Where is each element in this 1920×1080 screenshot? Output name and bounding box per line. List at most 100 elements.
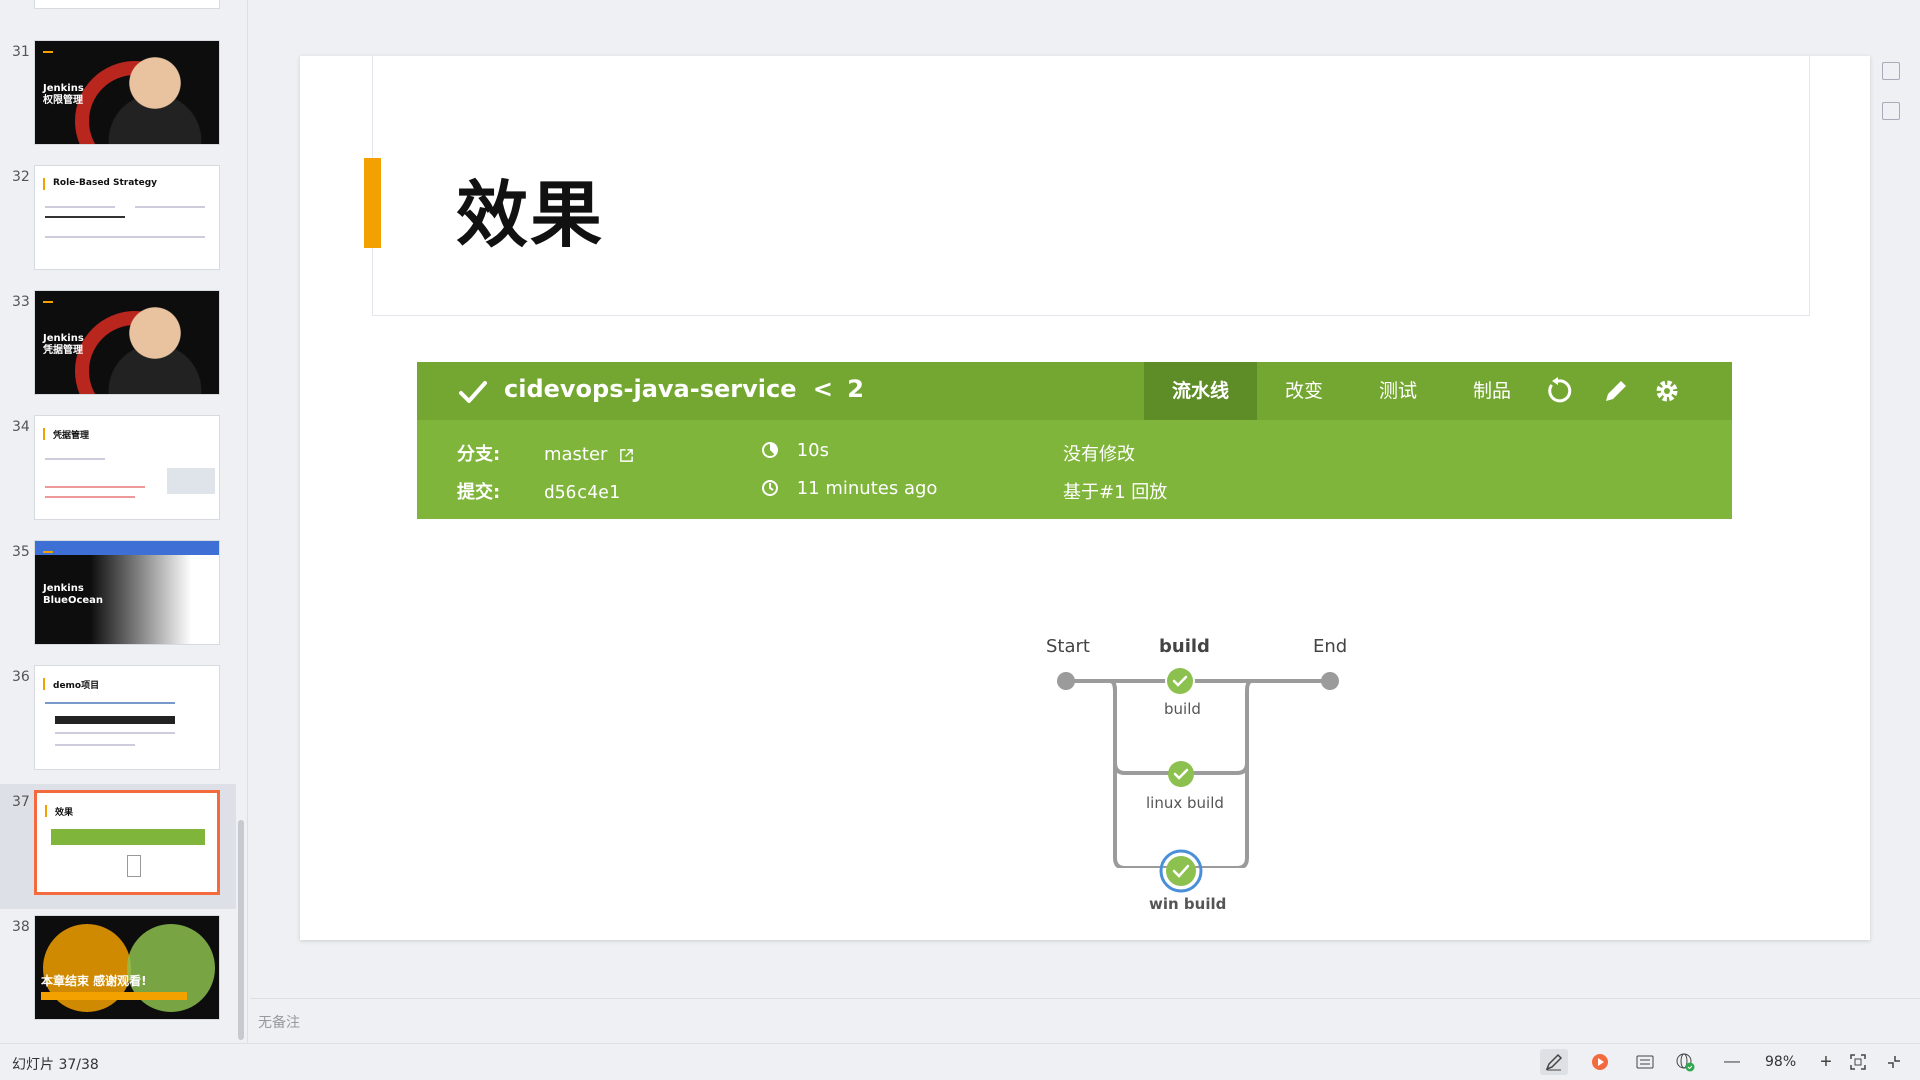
branch-value[interactable]: master bbox=[544, 444, 607, 465]
changes-text: 没有修改 bbox=[1063, 444, 1135, 465]
pipeline-connectors bbox=[1057, 672, 1339, 868]
slide-number: 37 bbox=[12, 794, 30, 810]
tab-artifacts[interactable]: 制品 bbox=[1445, 362, 1539, 420]
zoom-level[interactable]: 98% bbox=[1765, 1054, 1796, 1070]
collapse-button[interactable] bbox=[1880, 1049, 1908, 1075]
background-icon[interactable] bbox=[1882, 102, 1900, 120]
check-icon bbox=[459, 381, 487, 403]
win-build-node-success-icon[interactable] bbox=[1159, 849, 1203, 893]
slide-number: 31 bbox=[12, 44, 30, 60]
start-node bbox=[1057, 672, 1075, 690]
thumbnail-title: Jenkins BlueOcean bbox=[43, 583, 104, 606]
fit-window-icon bbox=[1850, 1054, 1866, 1070]
slide-number: 38 bbox=[12, 919, 30, 935]
run-tabs: 流水线 改变 测试 制品 bbox=[1144, 362, 1539, 420]
run-number: 2 bbox=[847, 375, 864, 403]
thumbnail-title: Role-Based Strategy bbox=[53, 178, 158, 188]
chevron-left-icon: < bbox=[812, 375, 833, 403]
collapse-icon bbox=[1888, 1056, 1900, 1068]
end-node bbox=[1321, 672, 1339, 690]
slide-thumbnail-32[interactable]: 32 Role-Based Strategy bbox=[0, 159, 236, 284]
slide-thumbnail-preview bbox=[34, 0, 220, 9]
build-node-success-icon[interactable] bbox=[1163, 665, 1197, 699]
gear-icon[interactable] bbox=[1652, 376, 1682, 406]
stopwatch-icon bbox=[762, 442, 778, 458]
notes-pane[interactable]: 无备注 bbox=[250, 998, 1920, 1043]
slide-number: 35 bbox=[12, 544, 30, 560]
slide-thumbnail-preview: Jenkins BlueOcean bbox=[34, 540, 220, 645]
commit-label: 提交: bbox=[457, 482, 501, 503]
thumbnail-title: Jenkins 权限管理 bbox=[43, 83, 84, 106]
slide-thumbnail-30[interactable] bbox=[0, 0, 236, 23]
pipeline-name: cidevops-java-service bbox=[504, 375, 797, 403]
play-icon bbox=[1592, 1054, 1608, 1070]
notes-placeholder: 无备注 bbox=[258, 1015, 300, 1031]
pipeline-run-title: cidevops-java-service < 2 bbox=[504, 375, 864, 403]
branch-label: 分支: bbox=[457, 444, 501, 465]
jenkins-run-topbar: cidevops-java-service < 2 流水线 改变 测试 制品 bbox=[417, 362, 1732, 420]
slide-thumbnail-preview: 本章结束 感谢观看! bbox=[34, 915, 220, 1020]
slide-thumbnail-preview: 凭据管理 bbox=[34, 415, 220, 520]
slide-thumbnail-37[interactable]: 37 效果 bbox=[0, 784, 236, 909]
slide-thumbnail-31[interactable]: 31 Jenkins 权限管理 bbox=[0, 34, 236, 159]
linux-build-node-label: linux build bbox=[1146, 794, 1224, 812]
annotation-pen-button[interactable] bbox=[1540, 1049, 1568, 1075]
slide-number: 33 bbox=[12, 294, 30, 310]
title-accent-bar bbox=[364, 158, 381, 248]
play-slideshow-button[interactable] bbox=[1586, 1049, 1614, 1075]
linux-build-node-success-icon[interactable] bbox=[1164, 758, 1198, 792]
zoom-in-button[interactable]: + bbox=[1812, 1049, 1840, 1075]
slide-thumbnail-preview: Role-Based Strategy bbox=[34, 165, 220, 270]
run-time-ago: 11 minutes ago bbox=[796, 478, 938, 499]
slide-thumbnail-preview: 效果 bbox=[34, 790, 220, 895]
thumbnail-scrollbar[interactable] bbox=[238, 820, 244, 1040]
thumbnail-title: Jenkins 凭据管理 bbox=[43, 333, 84, 356]
replay-icon[interactable] bbox=[1543, 376, 1573, 406]
edit-icon[interactable] bbox=[1601, 376, 1631, 406]
pen-icon bbox=[1545, 1053, 1563, 1071]
commit-hash[interactable]: d56c4e1 bbox=[544, 482, 620, 503]
right-toolbar bbox=[1882, 62, 1904, 142]
web-language-button[interactable] bbox=[1671, 1049, 1699, 1075]
pipeline-end-label: End bbox=[1313, 636, 1348, 657]
branch-row: 分支: master bbox=[457, 440, 646, 466]
layout-icon[interactable] bbox=[1882, 62, 1900, 80]
slide-thumbnail-preview: Jenkins 权限管理 bbox=[34, 40, 220, 145]
slide-thumbnail-34[interactable]: 34 凭据管理 bbox=[0, 409, 236, 534]
slide-thumbnail-35[interactable]: 35 Jenkins BlueOcean bbox=[0, 534, 236, 659]
globe-check-icon bbox=[1676, 1053, 1695, 1072]
slide-thumbnail-36[interactable]: 36 demo项目 bbox=[0, 659, 236, 784]
slide-number: 32 bbox=[12, 169, 30, 185]
commit-row: 提交: d56c4e1 bbox=[457, 478, 620, 504]
pipeline-start-label: Start bbox=[1046, 636, 1090, 657]
slide-number: 34 bbox=[12, 419, 30, 435]
thumbnail-title: demo项目 bbox=[53, 681, 100, 691]
replay-info[interactable]: 基于#1 回放 bbox=[1063, 478, 1167, 504]
slide-counter: 幻灯片 37/38 bbox=[12, 1057, 99, 1073]
slide-thumbnail-33[interactable]: 33 Jenkins 凭据管理 bbox=[0, 284, 236, 409]
slide-thumbnail-preview: Jenkins 凭据管理 bbox=[34, 290, 220, 395]
run-duration: 10s bbox=[796, 440, 830, 461]
tab-changes[interactable]: 改变 bbox=[1257, 362, 1351, 420]
clock-icon bbox=[762, 480, 778, 496]
tab-pipeline[interactable]: 流水线 bbox=[1144, 362, 1258, 420]
fit-window-button[interactable] bbox=[1844, 1049, 1872, 1075]
slide-thumbnail-preview: demo项目 bbox=[34, 665, 220, 770]
pipeline-graph: Start build End build linux build win bu… bbox=[1040, 568, 1360, 913]
slide-number: 36 bbox=[12, 669, 30, 685]
status-bar: 幻灯片 37/38 — 98% + bbox=[0, 1043, 1920, 1080]
slide-canvas[interactable]: 效果 cidevops-java-service < 2 流水线 改变 测试 制… bbox=[300, 56, 1870, 940]
slide-thumbnail-38[interactable]: 38 本章结束 感谢观看! bbox=[0, 909, 236, 1034]
duration-row: 10s bbox=[761, 440, 829, 461]
slide-thumbnail-panel: 31 Jenkins 权限管理 32 Role-Based Strategy 3… bbox=[0, 0, 248, 1043]
pipeline-stage-label: build bbox=[1159, 636, 1210, 657]
notes-toggle-button[interactable] bbox=[1631, 1049, 1659, 1075]
time-row: 11 minutes ago bbox=[761, 478, 937, 499]
slide-title: 效果 bbox=[456, 173, 605, 257]
zoom-out-button[interactable]: — bbox=[1718, 1049, 1746, 1075]
jenkins-run-header: cidevops-java-service < 2 流水线 改变 测试 制品 分… bbox=[417, 362, 1732, 519]
tab-tests[interactable]: 测试 bbox=[1351, 362, 1445, 420]
external-link-icon[interactable] bbox=[619, 448, 634, 463]
thumbnail-title: 凭据管理 bbox=[53, 431, 90, 441]
thumbnail-title: 效果 bbox=[55, 808, 74, 818]
